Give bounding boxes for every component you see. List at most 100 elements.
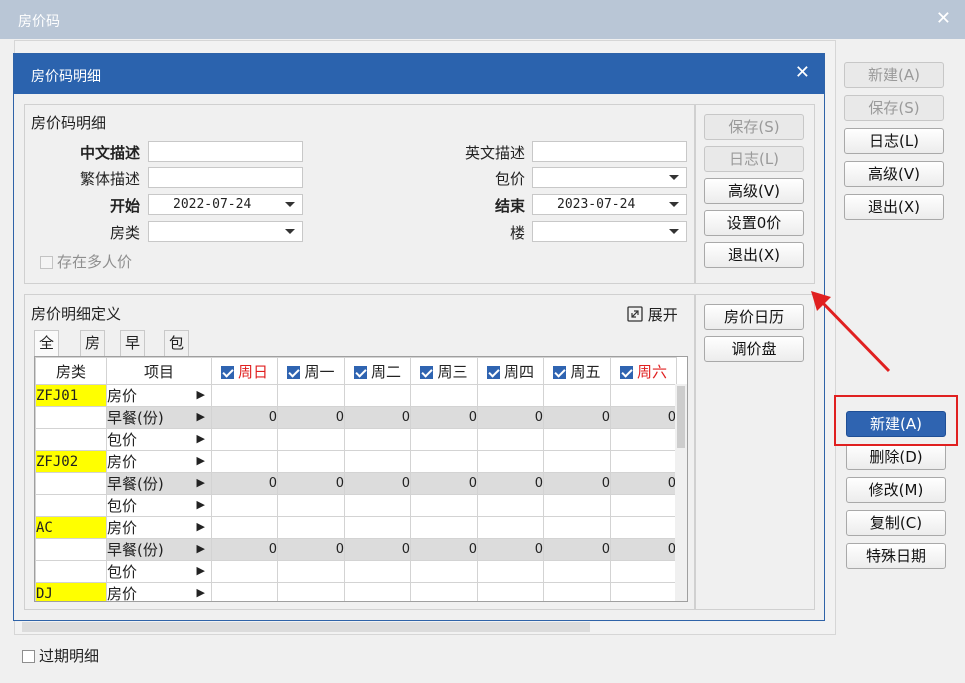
col-header-day[interactable]: 周二 bbox=[344, 357, 411, 385]
value-cell[interactable] bbox=[543, 560, 611, 583]
value-cell[interactable] bbox=[211, 384, 278, 407]
item-cell[interactable]: 早餐(份) ▶ bbox=[106, 472, 212, 495]
multi-person-checkbox[interactable]: 存在多人价 bbox=[40, 251, 132, 272]
roomtype-cell[interactable] bbox=[35, 406, 107, 429]
value-cell[interactable] bbox=[610, 582, 677, 601]
dialog-save-button[interactable]: 保存(S) bbox=[704, 114, 804, 140]
roomtype-cell[interactable] bbox=[35, 428, 107, 451]
expand-arrow-icon[interactable]: ▶ bbox=[197, 520, 205, 533]
value-cell[interactable] bbox=[211, 450, 278, 473]
item-cell[interactable]: 包价 ▶ bbox=[106, 494, 212, 517]
value-cell[interactable]: 0 bbox=[610, 406, 677, 429]
tab-package[interactable]: 包价 bbox=[164, 330, 190, 376]
roomtype-cell[interactable]: AC bbox=[35, 516, 107, 539]
value-cell[interactable] bbox=[211, 516, 278, 539]
roomtype-cell[interactable] bbox=[35, 560, 107, 583]
expand-arrow-icon[interactable]: ▶ bbox=[197, 586, 205, 599]
value-cell[interactable] bbox=[344, 582, 411, 601]
value-cell[interactable] bbox=[277, 384, 345, 407]
value-cell[interactable]: 0 bbox=[543, 472, 611, 495]
roomtype-cell[interactable] bbox=[35, 538, 107, 561]
value-cell[interactable] bbox=[410, 450, 478, 473]
value-cell[interactable] bbox=[543, 582, 611, 601]
col-header-day[interactable]: 周一 bbox=[277, 357, 345, 385]
day-checkbox-icon[interactable] bbox=[220, 365, 234, 379]
expand-arrow-icon[interactable]: ▶ bbox=[197, 432, 205, 445]
value-cell[interactable] bbox=[277, 494, 345, 517]
day-checkbox-icon[interactable] bbox=[553, 365, 567, 379]
value-cell[interactable]: 0 bbox=[543, 406, 611, 429]
start-date-picker[interactable]: 2022-07-24 bbox=[148, 194, 303, 215]
value-cell[interactable] bbox=[344, 384, 411, 407]
value-cell[interactable] bbox=[610, 494, 677, 517]
value-cell[interactable] bbox=[211, 582, 278, 601]
dialog-log-button[interactable]: 日志(L) bbox=[704, 146, 804, 172]
value-cell[interactable] bbox=[477, 494, 544, 517]
outer-new-button[interactable]: 新建(A) bbox=[844, 62, 944, 88]
value-cell[interactable] bbox=[344, 516, 411, 539]
value-cell[interactable]: 0 bbox=[277, 406, 345, 429]
value-cell[interactable] bbox=[477, 428, 544, 451]
value-cell[interactable]: 0 bbox=[477, 538, 544, 561]
value-cell[interactable] bbox=[344, 560, 411, 583]
expand-button[interactable]: 展开 bbox=[627, 304, 678, 325]
value-cell[interactable] bbox=[277, 516, 345, 539]
value-cell[interactable]: 0 bbox=[211, 472, 278, 495]
col-header-day[interactable]: 周五 bbox=[543, 357, 611, 385]
expired-detail-checkbox-box[interactable] bbox=[22, 650, 35, 663]
dialog-close-icon[interactable]: ✕ bbox=[795, 62, 810, 83]
dialog-rate-calendar-button[interactable]: 房价日历 bbox=[704, 304, 804, 330]
value-cell[interactable] bbox=[543, 384, 611, 407]
value-cell[interactable] bbox=[543, 450, 611, 473]
value-cell[interactable] bbox=[211, 428, 278, 451]
col-header-day[interactable]: 周日 bbox=[211, 357, 278, 385]
expired-detail-checkbox[interactable]: 过期明细 bbox=[22, 645, 99, 666]
value-cell[interactable] bbox=[277, 450, 345, 473]
value-cell[interactable]: 0 bbox=[211, 538, 278, 561]
package-select[interactable] bbox=[532, 167, 687, 188]
value-cell[interactable] bbox=[277, 560, 345, 583]
value-cell[interactable] bbox=[477, 560, 544, 583]
item-cell[interactable]: 房价 ▶ bbox=[106, 582, 212, 601]
end-date-picker[interactable]: 2023-07-24 bbox=[532, 194, 687, 215]
outer-log-button[interactable]: 日志(L) bbox=[844, 128, 944, 154]
en-desc-input[interactable] bbox=[532, 141, 687, 162]
item-cell[interactable]: 包价 ▶ bbox=[106, 560, 212, 583]
tab-room-rate[interactable]: 房价 bbox=[80, 330, 106, 376]
value-cell[interactable] bbox=[410, 560, 478, 583]
dialog-exit-button[interactable]: 退出(X) bbox=[704, 242, 804, 268]
window-close-icon[interactable]: ✕ bbox=[936, 8, 951, 29]
roomtype-cell[interactable] bbox=[35, 494, 107, 517]
value-cell[interactable] bbox=[344, 450, 411, 473]
floor-select[interactable] bbox=[532, 221, 687, 242]
grid-scrollbar-thumb[interactable] bbox=[677, 386, 685, 448]
dialog-set-zero-price-button[interactable]: 设置0价 bbox=[704, 210, 804, 236]
roomtype-cell[interactable]: DJ bbox=[35, 582, 107, 601]
value-cell[interactable]: 0 bbox=[410, 538, 478, 561]
expand-arrow-icon[interactable]: ▶ bbox=[197, 410, 205, 423]
value-cell[interactable] bbox=[610, 384, 677, 407]
col-header-day[interactable]: 周三 bbox=[410, 357, 478, 385]
outer-save-button[interactable]: 保存(S) bbox=[844, 95, 944, 121]
outer-exit-button[interactable]: 退出(X) bbox=[844, 194, 944, 220]
outer-modify-button[interactable]: 修改(M) bbox=[846, 477, 946, 503]
value-cell[interactable] bbox=[211, 560, 278, 583]
value-cell[interactable]: 0 bbox=[277, 472, 345, 495]
item-cell[interactable]: 房价 ▶ bbox=[106, 384, 212, 407]
cn-desc-input[interactable] bbox=[148, 141, 303, 162]
value-cell[interactable]: 0 bbox=[543, 538, 611, 561]
value-cell[interactable] bbox=[410, 582, 478, 601]
main-list-scrollbar[interactable] bbox=[22, 622, 590, 632]
value-cell[interactable] bbox=[477, 582, 544, 601]
value-cell[interactable] bbox=[610, 560, 677, 583]
day-checkbox-icon[interactable] bbox=[420, 365, 434, 379]
value-cell[interactable]: 0 bbox=[277, 538, 345, 561]
value-cell[interactable]: 0 bbox=[211, 406, 278, 429]
grid-scrollbar[interactable] bbox=[675, 384, 687, 601]
value-cell[interactable] bbox=[277, 428, 345, 451]
roomtype-cell[interactable] bbox=[35, 472, 107, 495]
value-cell[interactable] bbox=[610, 450, 677, 473]
value-cell[interactable] bbox=[477, 384, 544, 407]
value-cell[interactable] bbox=[211, 494, 278, 517]
expand-arrow-icon[interactable]: ▶ bbox=[197, 476, 205, 489]
